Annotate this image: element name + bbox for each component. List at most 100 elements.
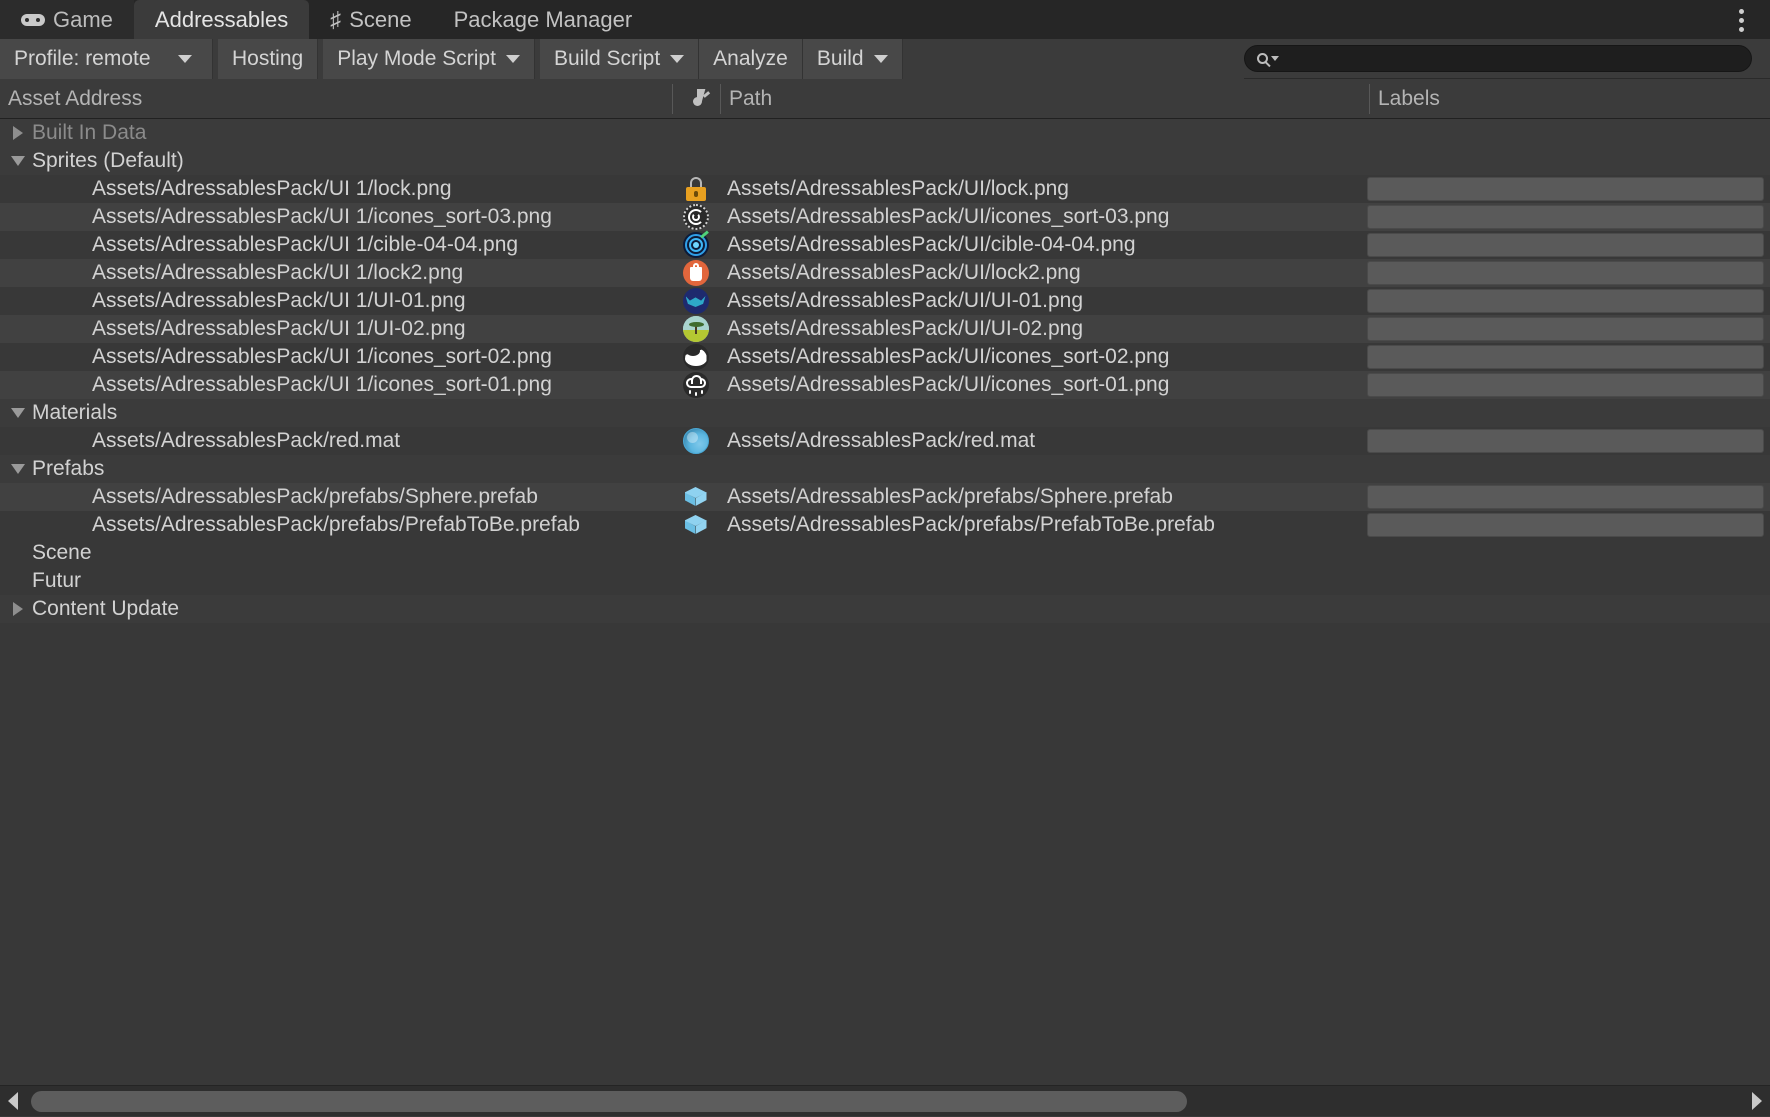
tree-row-leaf[interactable]: Scene: [0, 539, 1770, 567]
tree-row-group[interactable]: Sprites (Default): [0, 147, 1770, 175]
asset-address-cell: Assets/AdressablesPack/UI 1/UI-01.png: [0, 289, 672, 313]
sprite-landscape-icon: [683, 316, 709, 342]
group-name-label: Sprites (Default): [32, 149, 184, 173]
tree-row-group[interactable]: Built In Data: [0, 119, 1770, 147]
labels-dropdown[interactable]: [1367, 317, 1764, 341]
column-header-labels[interactable]: Labels: [1370, 79, 1770, 119]
tab-game[interactable]: Game: [0, 0, 134, 39]
asset-address-label: Assets/AdressablesPack/UI 1/lock2.png: [92, 261, 463, 285]
labels-dropdown[interactable]: [1367, 177, 1764, 201]
tree-expand-toggle[interactable]: [8, 408, 28, 418]
tree-row-asset[interactable]: Assets/AdressablesPack/prefabs/PrefabToB…: [0, 511, 1770, 539]
asset-path-cell: Assets/AdressablesPack/UI/UI-02.png: [719, 317, 1367, 341]
chevron-right-icon[interactable]: [13, 602, 23, 616]
labels-dropdown[interactable]: [1367, 205, 1764, 229]
asset-labels-cell: [1367, 373, 1770, 397]
column-header-icon[interactable]: [673, 79, 720, 119]
tree-row-asset[interactable]: Assets/AdressablesPack/UI 1/UI-01.png Ass…: [0, 287, 1770, 315]
tree-row-leaf[interactable]: Futur: [0, 567, 1770, 595]
sprite-crescent-icon: [683, 344, 709, 370]
tree-row-asset[interactable]: Assets/AdressablesPack/UI 1/lock.pngAsse…: [0, 175, 1770, 203]
asset-address-label: Assets/AdressablesPack/UI 1/UI-01.png: [92, 289, 466, 313]
tab-scene[interactable]: ♯ Scene: [309, 0, 432, 39]
column-header-asset-address-label: Asset Address: [8, 87, 142, 111]
asset-address-label: Assets/AdressablesPack/prefabs/PrefabToB…: [92, 513, 580, 537]
group-name-label: Futur: [32, 569, 81, 593]
group-name-label: Materials: [32, 401, 117, 425]
labels-dropdown[interactable]: [1367, 345, 1764, 369]
chevron-right-icon[interactable]: [13, 126, 23, 140]
labels-dropdown[interactable]: [1367, 289, 1764, 313]
hosting-button[interactable]: Hosting: [218, 39, 318, 79]
asset-address-cell: Assets/AdressablesPack/prefabs/PrefabToB…: [0, 513, 672, 537]
tree-expand-toggle[interactable]: [8, 602, 28, 616]
hash-icon: ♯: [330, 9, 341, 31]
sprite-cloud-icon: [683, 372, 709, 398]
analyze-button-label: Analyze: [713, 47, 788, 71]
tree-row-asset[interactable]: Assets/AdressablesPack/UI 1/icones_sort-…: [0, 203, 1770, 231]
labels-dropdown[interactable]: [1367, 233, 1764, 257]
asset-icon-cell: [672, 372, 719, 398]
tree-row-group[interactable]: Content Update: [0, 595, 1770, 623]
labels-dropdown[interactable]: [1367, 429, 1764, 453]
tree-row-asset[interactable]: Assets/AdressablesPack/prefabs/Sphere.pr…: [0, 483, 1770, 511]
tree-row-asset[interactable]: Assets/AdressablesPack/UI 1/icones_sort-…: [0, 371, 1770, 399]
tree-row-asset[interactable]: Assets/AdressablesPack/UI 1/icones_sort-…: [0, 343, 1770, 371]
group-name-cell: Content Update: [28, 597, 700, 621]
group-name-cell: Sprites (Default): [28, 149, 700, 173]
labels-dropdown[interactable]: [1367, 261, 1764, 285]
kebab-menu-icon[interactable]: [1728, 6, 1754, 34]
search-input[interactable]: [1244, 45, 1752, 72]
analyze-button[interactable]: Analyze: [699, 39, 803, 79]
labels-dropdown[interactable]: [1367, 485, 1764, 509]
scrollbar-track[interactable]: [26, 1086, 1744, 1117]
build-script-dropdown[interactable]: Build Script: [540, 39, 699, 79]
tree-expand-toggle[interactable]: [8, 464, 28, 474]
scroll-left-button[interactable]: [0, 1086, 26, 1117]
asset-icon-cell: [672, 232, 719, 258]
asset-icon-cell: [672, 176, 719, 202]
asset-icon-cell: [672, 204, 719, 230]
scrollbar-thumb[interactable]: [31, 1091, 1187, 1112]
asset-path-cell: Assets/AdressablesPack/UI/icones_sort-01…: [719, 373, 1367, 397]
asset-icon-cell: [672, 288, 719, 314]
asset-address-cell: Assets/AdressablesPack/UI 1/icones_sort-…: [0, 345, 672, 369]
chevron-down-icon: [506, 55, 520, 63]
tree-row-group[interactable]: Materials: [0, 399, 1770, 427]
asset-address-cell: Assets/AdressablesPack/red.mat: [0, 429, 672, 453]
profile-dropdown[interactable]: Profile: remote: [0, 39, 213, 79]
asset-path-cell: Assets/AdressablesPack/UI/UI-01.png: [719, 289, 1367, 313]
prefab-cube-icon: [683, 512, 709, 538]
tree-row-asset[interactable]: Assets/AdressablesPack/UI 1/UI-02.pngAss…: [0, 315, 1770, 343]
tree-row-group[interactable]: Prefabs: [0, 455, 1770, 483]
group-name-cell: Built In Data: [28, 121, 700, 145]
asset-path-cell: Assets/AdressablesPack/UI/lock.png: [719, 177, 1367, 201]
chevron-down-icon[interactable]: [11, 464, 25, 474]
tree-row-asset[interactable]: Assets/AdressablesPack/red.matAssets/Adr…: [0, 427, 1770, 455]
horizontal-scrollbar[interactable]: [0, 1085, 1770, 1116]
asset-path-cell: Assets/AdressablesPack/UI/icones_sort-03…: [719, 205, 1367, 229]
group-name-cell: Prefabs: [28, 457, 700, 481]
asset-labels-cell: [1367, 513, 1770, 537]
tree-row-asset[interactable]: Assets/AdressablesPack/UI 1/cible-04-04.…: [0, 231, 1770, 259]
column-header-path[interactable]: Path: [721, 79, 1369, 119]
tree-expand-toggle[interactable]: [8, 126, 28, 140]
chevron-down-icon[interactable]: [11, 408, 25, 418]
profile-dropdown-label: Profile: remote: [14, 47, 151, 71]
play-mode-script-label: Play Mode Script: [337, 47, 496, 71]
column-header-asset-address[interactable]: Asset Address: [0, 79, 672, 119]
scroll-right-button[interactable]: [1744, 1086, 1770, 1117]
tab-package-manager[interactable]: Package Manager: [433, 0, 654, 39]
build-dropdown-label: Build: [817, 47, 864, 71]
play-mode-script-dropdown[interactable]: Play Mode Script: [323, 39, 535, 79]
editor-tab-bar: Game Addressables ♯ Scene Package Manage…: [0, 0, 1770, 39]
tree-expand-toggle[interactable]: [8, 156, 28, 166]
tree-row-asset[interactable]: Assets/AdressablesPack/UI 1/lock2.pngAss…: [0, 259, 1770, 287]
labels-dropdown[interactable]: [1367, 373, 1764, 397]
column-header-path-label: Path: [729, 87, 772, 111]
build-dropdown[interactable]: Build: [803, 39, 903, 79]
tab-addressables[interactable]: Addressables: [134, 0, 309, 39]
chevron-down-icon[interactable]: [11, 156, 25, 166]
labels-dropdown[interactable]: [1367, 513, 1764, 537]
asset-path-cell: Assets/AdressablesPack/UI/icones_sort-02…: [719, 345, 1367, 369]
